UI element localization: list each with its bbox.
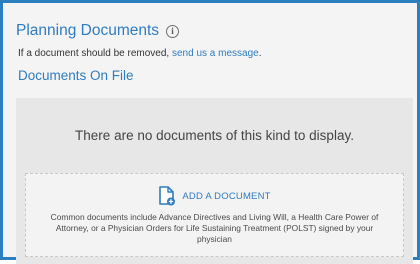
document-add-icon <box>159 186 176 206</box>
removal-note: If a document should be removed, send us… <box>18 48 261 59</box>
title-row: Planning Documents i <box>16 20 180 42</box>
documents-on-file-heading: Documents On File <box>18 68 134 83</box>
empty-state-message: There are no documents of this kind to d… <box>75 128 354 143</box>
removal-note-text: If a document should be removed, <box>18 48 172 59</box>
removal-note-suffix: . <box>258 48 262 59</box>
documents-list-area: There are no documents of this kind to d… <box>16 98 413 264</box>
add-document-button[interactable]: ADD A DOCUMENT <box>26 186 403 206</box>
add-document-label: ADD A DOCUMENT <box>182 190 271 202</box>
send-message-link[interactable]: send us a message <box>172 48 259 59</box>
add-document-dropzone[interactable]: ADD A DOCUMENT Common documents include … <box>25 173 404 257</box>
planning-documents-panel: Planning Documents i If a document shoul… <box>6 6 414 264</box>
page-title: Planning Documents <box>16 22 160 39</box>
planning-documents-card: Planning Documents i If a document shoul… <box>0 0 420 264</box>
info-glyph: i <box>171 25 174 36</box>
add-document-help-text: Common documents include Advance Directi… <box>50 212 379 244</box>
info-circle-icon[interactable]: i <box>166 24 180 38</box>
